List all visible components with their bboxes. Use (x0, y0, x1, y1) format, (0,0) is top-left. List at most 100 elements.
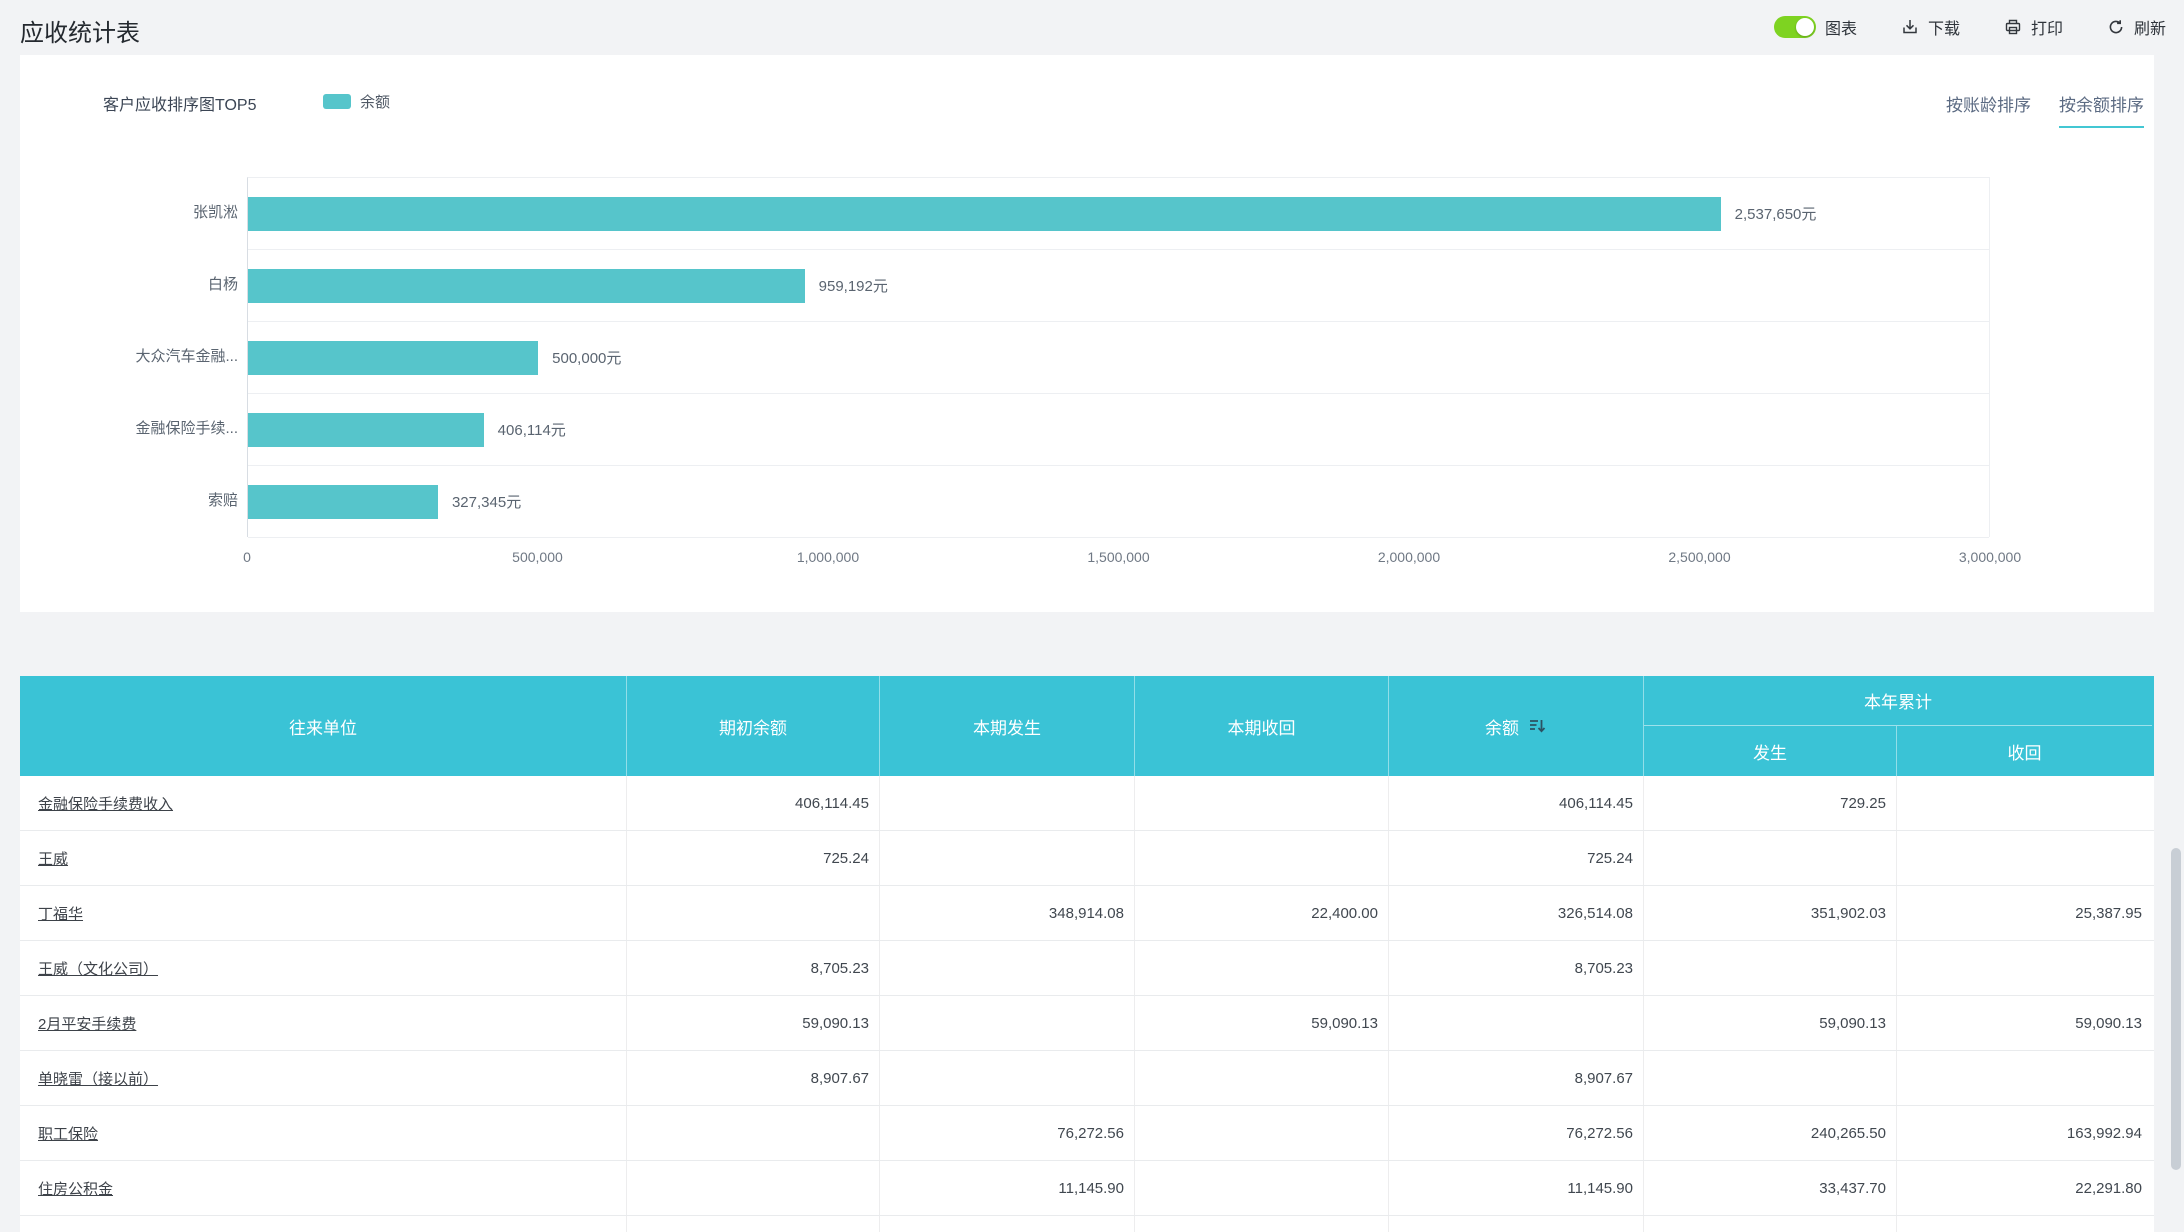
counterparty-link[interactable]: 王威 (38, 848, 68, 869)
legend-label: 余额 (360, 94, 391, 111)
ytd-recovered-cell: 59,090.13 (2075, 1014, 2142, 1032)
current-recovered-cell (1135, 776, 1389, 830)
ytd-occurred-cell: 729.25 (1644, 776, 1897, 830)
counterparty-link[interactable]: 王威（文化公司） (38, 958, 158, 979)
balance-cell: 11,145.90 (1389, 1161, 1644, 1215)
balance-cell: 326,514.08 (1389, 886, 1644, 940)
counterparty-cell: 单晓雷（接以前） (20, 1051, 627, 1105)
counterparty-link[interactable]: 住房公积金 (38, 1178, 113, 1199)
page-title: 应收统计表 (20, 20, 140, 47)
toolbar: 图表 下载 打印 刷新 (1773, 0, 2166, 54)
current-occurred-cell (880, 996, 1135, 1050)
refresh-button[interactable]: 刷新 (2107, 15, 2166, 39)
download-label: 下载 (1927, 21, 1960, 38)
balance-cell: 406,114.45 (1389, 776, 1644, 830)
bar-value-label: 327,345元 (451, 494, 522, 511)
current-recovered-cell (1135, 1161, 1389, 1215)
bar-value-label: 406,114元 (497, 422, 566, 439)
counterparty-link[interactable]: 单晓雷（接以前） (38, 1068, 158, 1089)
sort-descending-icon[interactable] (1527, 716, 1547, 736)
counterparty-cell: 丁福华 (20, 886, 627, 940)
balance-cell (1389, 1216, 1644, 1232)
refresh-label: 刷新 (2133, 21, 2166, 38)
table-row: 丁福华 348,914.08 22,400.00 326,514.08 351,902.… (20, 886, 2154, 941)
sort-tab-0[interactable]: 按账龄排序 (1946, 91, 2031, 128)
category-label: 金融保险手续... (135, 420, 238, 437)
current-occurred-cell (880, 1216, 1135, 1232)
counterparty-link[interactable]: 金融保险手续费收入 (38, 793, 173, 814)
counterparty-cell: 职工保险 (20, 1106, 627, 1160)
col-header-balance: 余额 (1389, 676, 1644, 776)
category-label: 白杨 (207, 276, 238, 293)
scrollbar-thumb[interactable] (2171, 848, 2181, 1170)
opening-balance-cell: 406,114.45 (627, 776, 880, 830)
download-button[interactable]: 下载 (1901, 15, 1960, 39)
current-occurred-cell: 11,145.90 (880, 1161, 1135, 1215)
opening-balance-cell: 8,907.67 (627, 1051, 880, 1105)
sort-tabs: 按账龄排序 按余额排序 (1946, 91, 2144, 128)
x-axis-tick: 2,000,000 (1377, 549, 1441, 565)
counterparty-link[interactable]: 2月平安手续费 (38, 1013, 136, 1034)
bar-chart: 2,537,650元 959,192元 500,000元 406,114元 327,34… (247, 177, 1990, 538)
chart-toggle[interactable] (1773, 16, 1816, 38)
balance-cell: 76,272.56 (1389, 1106, 1644, 1160)
chart-band: 500,000元 (248, 322, 1989, 394)
bar-value-label: 2,537,650元 (1734, 206, 1817, 223)
print-button[interactable]: 打印 (2004, 15, 2063, 39)
table-row (20, 1216, 2154, 1232)
table-header: 往来单位 期初余额 本期发生 本期收回 余额 本年累计 发生 收回 (20, 676, 2154, 776)
balance-cell: 725.24 (1389, 831, 1644, 885)
counterparty-cell: 王威（文化公司） (20, 941, 627, 995)
current-recovered-cell (1135, 831, 1389, 885)
category-label: 索赔 (207, 492, 238, 509)
col-header-counterparty: 往来单位 (20, 676, 627, 776)
ytd-occurred-cell: 59,090.13 (1644, 996, 1897, 1050)
x-axis-tick: 2,500,000 (1668, 549, 1731, 565)
ytd-recovered-cell (1897, 831, 2152, 885)
opening-balance-cell: 725.24 (627, 831, 880, 885)
toggle-knob (1795, 18, 1814, 36)
current-occurred-cell (880, 941, 1135, 995)
ytd-recovered-cell: 25,387.95 (2075, 904, 2142, 922)
ytd-occurred-cell: 240,265.50 (1644, 1106, 1897, 1160)
balance-cell: 8,907.67 (1389, 1051, 1644, 1105)
x-axis: 0 500,000 1,000,000 1,500,000 2,000,000 2,500… (243, 549, 2021, 571)
print-label: 打印 (2030, 21, 2063, 38)
balance-header-label: 余额 (1485, 718, 1519, 738)
chart-bar (248, 412, 484, 447)
sort-tab-1[interactable]: 按余额排序 (2059, 91, 2144, 128)
chart-bar (248, 196, 1721, 231)
ytd-recovered-cell: 22,291.80 (2075, 1179, 2142, 1197)
opening-balance-cell (627, 1161, 880, 1215)
ytd-occurred-cell (1644, 1216, 1897, 1232)
balance-cell: 8,705.23 (1389, 941, 1644, 995)
x-axis-tick: 3,000,000 (1958, 549, 2022, 565)
col-header-ytd-group: 本年累计 发生 收回 (1644, 676, 2152, 776)
counterparty-cell (20, 1216, 627, 1232)
chart-bar (248, 340, 539, 375)
x-axis-tick: 500,000 (512, 549, 563, 565)
col-header-ytd-recovered: 收回 (2007, 743, 2042, 763)
ytd-recovered-cell (1897, 941, 2152, 995)
legend-item-balance[interactable]: 余额 (323, 91, 390, 112)
chart-bar (248, 484, 438, 519)
col-header-current-occurred: 本期发生 (880, 676, 1135, 776)
balance-cell (1389, 996, 1644, 1050)
table-body: 金融保险手续费收入 406,114.45 406,114.45 729.25 王威 725… (20, 776, 2154, 1232)
opening-balance-cell (627, 1106, 880, 1160)
col-header-ytd: 本年累计 (1644, 676, 2152, 726)
ytd-recovered-cell (1897, 1216, 2152, 1232)
print-icon (2005, 19, 2021, 35)
counterparty-cell: 王威 (20, 831, 627, 885)
opening-balance-cell (627, 1216, 880, 1232)
current-recovered-cell (1135, 1216, 1389, 1232)
receivables-table: 往来单位 期初余额 本期发生 本期收回 余额 本年累计 发生 收回 金融保险手续… (20, 676, 2154, 1232)
refresh-icon (2109, 20, 2123, 34)
current-recovered-cell (1135, 1051, 1389, 1105)
counterparty-link[interactable]: 职工保险 (38, 1123, 98, 1144)
table-row: 住房公积金 11,145.90 11,145.90 33,437.70 22,291.8… (20, 1161, 2154, 1216)
opening-balance-cell: 59,090.13 (627, 996, 880, 1050)
current-occurred-cell (880, 831, 1135, 885)
counterparty-link[interactable]: 丁福华 (38, 903, 83, 924)
ytd-recovered-cell (1897, 776, 2152, 830)
